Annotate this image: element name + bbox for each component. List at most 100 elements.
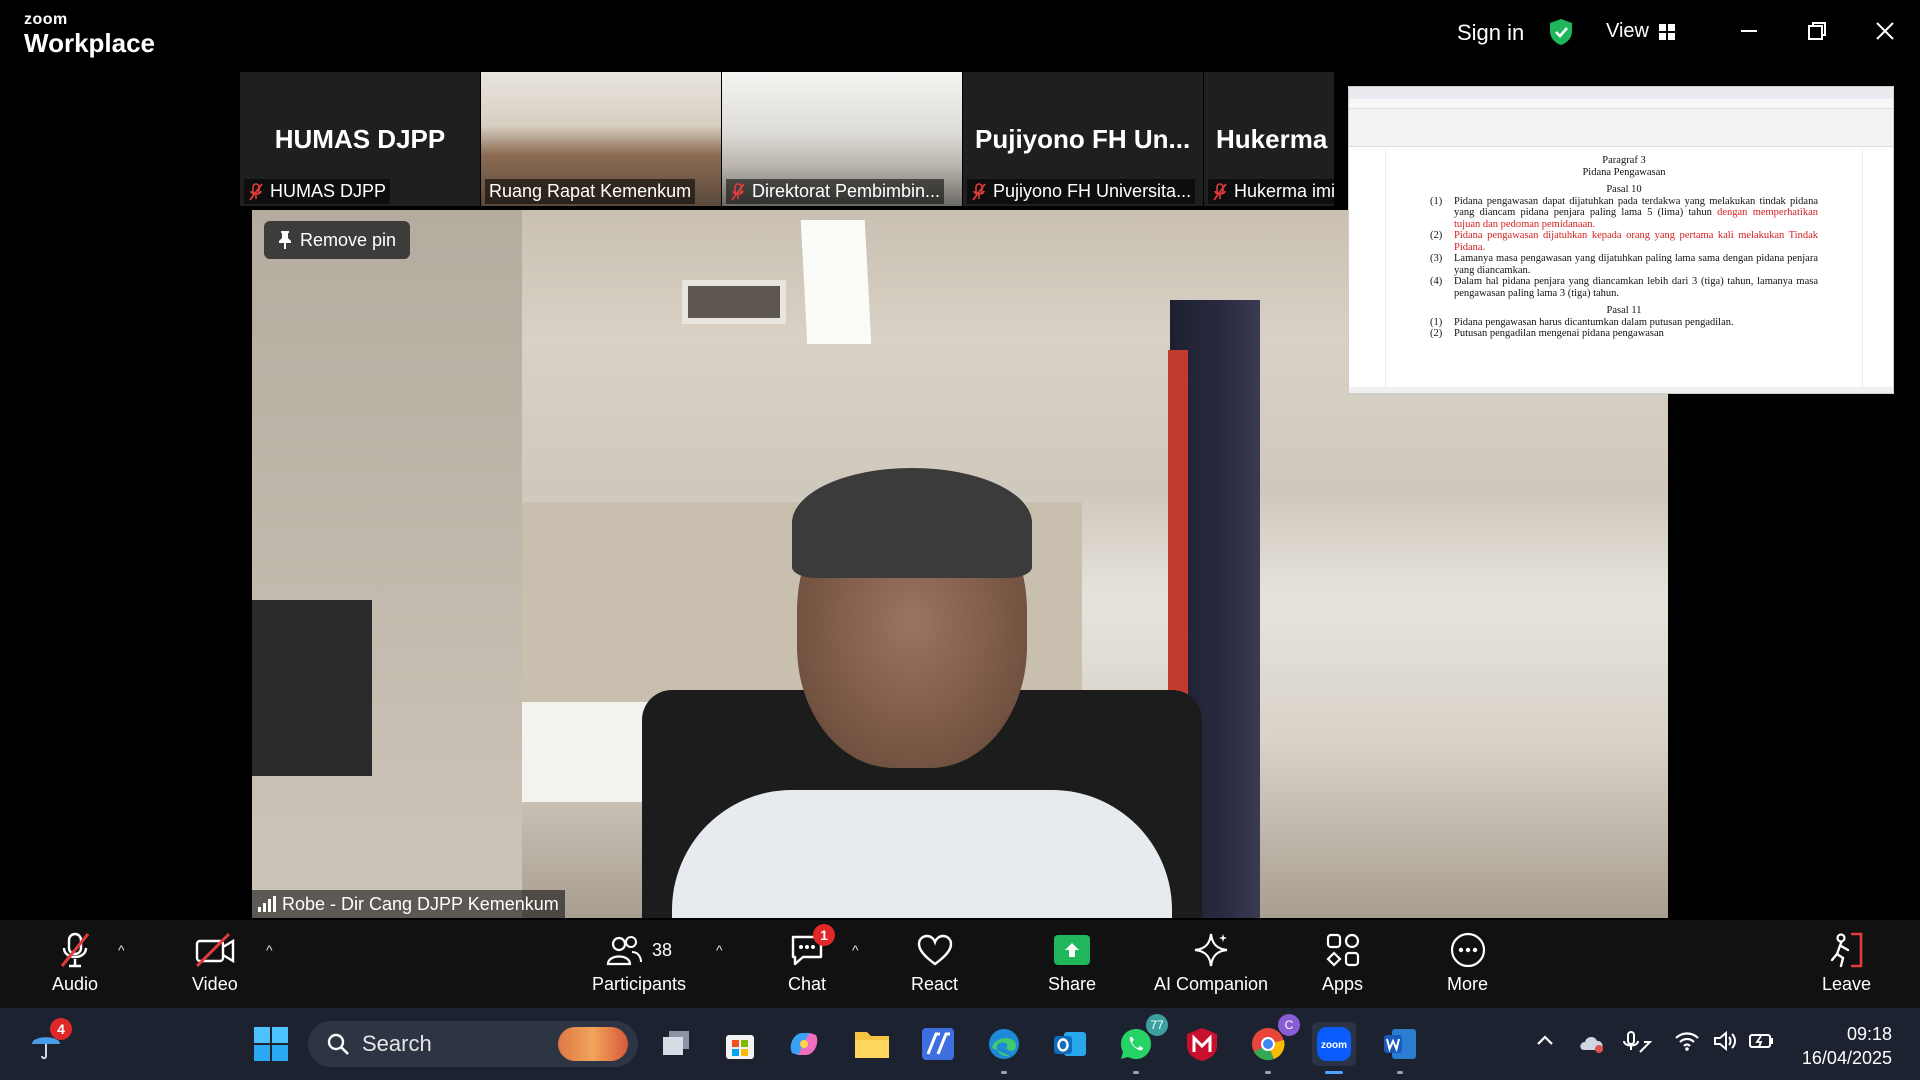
volume-icon[interactable] xyxy=(1712,1030,1738,1052)
svg-text:zoom: zoom xyxy=(1321,1040,1347,1051)
participant-tile[interactable]: Direktorat Pembimbin... xyxy=(722,72,962,206)
mic-in-use-icon[interactable] xyxy=(1622,1030,1652,1056)
whatsapp-app[interactable]: 77 xyxy=(1114,1014,1168,1074)
connection-signal-icon xyxy=(258,896,276,912)
chat-button[interactable]: 1 Chat xyxy=(788,924,836,995)
show-hidden-icons-chevron-icon[interactable] xyxy=(1534,1030,1556,1052)
zoom-logo: zoom Workplace xyxy=(24,11,156,58)
start-button[interactable] xyxy=(249,1022,293,1066)
ai-companion-button[interactable]: AI Companion xyxy=(1154,930,1268,995)
view-button[interactable]: View xyxy=(1606,20,1675,43)
participants-count: 38 xyxy=(652,939,673,960)
participants-options-caret[interactable]: ^ xyxy=(716,942,723,958)
remove-pin-button[interactable]: Remove pin xyxy=(264,221,411,259)
logo-small-text: zoom xyxy=(24,11,68,28)
share-button[interactable]: Share xyxy=(1048,930,1096,995)
sign-in-button[interactable]: Sign in xyxy=(1457,20,1524,46)
code-editor-icon xyxy=(922,1028,954,1060)
participant-tile[interactable]: Pujiyono FH Un... Pujiyono FH Universita… xyxy=(963,72,1203,206)
folder-icon xyxy=(855,1032,889,1058)
battery-charging-icon[interactable] xyxy=(1748,1030,1776,1052)
doc-item: (4) Dalam hal pidana penjara yang diancam… xyxy=(1430,276,1818,299)
close-icon[interactable] xyxy=(1870,16,1900,46)
word-icon xyxy=(1384,1029,1416,1059)
participant-big-name: Pujiyono FH Un... xyxy=(975,124,1191,154)
clock-date: 16/04/2025 xyxy=(1801,1048,1892,1068)
outlook-app[interactable] xyxy=(1048,1022,1092,1066)
speaker-hair xyxy=(792,468,1032,578)
mcafee-app[interactable] xyxy=(1180,1022,1224,1066)
audio-options-caret[interactable]: ^ xyxy=(118,942,125,958)
task-view-icon xyxy=(663,1031,689,1055)
audio-button[interactable]: Audio xyxy=(52,930,98,995)
participant-tile[interactable]: HUMAS DJPP HUMAS DJPP xyxy=(240,72,480,206)
react-button[interactable]: React xyxy=(911,930,958,995)
remove-pin-label: Remove pin xyxy=(300,229,397,250)
doc-heading-2: Pidana Pengawasan xyxy=(1582,166,1666,178)
more-label: More xyxy=(1447,974,1489,994)
doc-item: (2) Putusan pengadilan mengenai pidana pe… xyxy=(1430,328,1664,339)
mic-muted-icon xyxy=(731,182,745,201)
windows-logo-icon xyxy=(254,1027,288,1061)
logo-big-text: Workplace xyxy=(24,28,156,58)
word-app[interactable] xyxy=(1378,1022,1422,1074)
participant-tile[interactable]: Hukerma i Hukerma imi xyxy=(1204,72,1334,206)
encryption-shield-icon[interactable] xyxy=(1548,18,1574,46)
wifi-icon[interactable] xyxy=(1674,1030,1700,1052)
doc-item: (3) Lamanya masa pengawasan yang dijatuhk… xyxy=(1430,253,1818,276)
more-dots-icon xyxy=(1450,932,1485,968)
ceiling-light xyxy=(800,220,872,344)
chrome-app[interactable]: C xyxy=(1246,1014,1300,1074)
apps-label: Apps xyxy=(1322,974,1364,994)
pin-icon xyxy=(279,231,291,249)
leave-button[interactable]: Leave xyxy=(1822,930,1871,995)
speaker-name-bar: Robe - Dir Cang DJPP Kemenkum xyxy=(252,890,565,918)
apps-button[interactable]: Apps xyxy=(1322,930,1363,995)
doc-pasal-11: Pasal 11 xyxy=(1606,305,1642,316)
weather-widget[interactable]: 4 xyxy=(24,1018,72,1066)
video-options-caret[interactable]: ^ xyxy=(266,942,273,958)
word-status-bar xyxy=(1349,387,1893,393)
shared-screen[interactable]: Paragraf 3 Pidana Pengawasan Pasal 10 (1… xyxy=(1348,86,1894,394)
participants-button[interactable]: 38 Participants xyxy=(592,930,686,995)
mcafee-shield-icon xyxy=(1187,1028,1217,1061)
copilot-app[interactable] xyxy=(782,1022,826,1066)
participant-name: Hukerma imi xyxy=(1234,181,1334,201)
video-off-icon xyxy=(195,932,235,968)
task-view-button[interactable] xyxy=(654,1022,698,1066)
video-button[interactable]: Video xyxy=(192,930,238,995)
edge-app[interactable] xyxy=(982,1022,1026,1074)
chat-options-caret[interactable]: ^ xyxy=(852,942,859,958)
more-button[interactable]: More xyxy=(1447,930,1488,995)
participant-name: Ruang Rapat Kemenkum xyxy=(489,181,692,201)
participant-label: Ruang Rapat Kemenkum xyxy=(485,179,696,204)
participant-label: Hukerma imi xyxy=(1208,179,1334,204)
wall-pillar xyxy=(252,210,522,918)
view-label: View xyxy=(1606,20,1649,42)
minimize-icon[interactable] xyxy=(1734,16,1764,46)
title-bar: zoom Workplace Sign in View xyxy=(0,0,1920,66)
participant-big-name: Hukerma i xyxy=(1216,124,1334,154)
participant-label: Pujiyono FH Universita... xyxy=(967,179,1196,204)
copilot-icon xyxy=(790,1033,818,1055)
participant-big-name: HUMAS DJPP xyxy=(274,124,446,154)
zoom-app[interactable]: zoom xyxy=(1312,1022,1356,1074)
taskbar-search[interactable]: Search xyxy=(308,1021,638,1067)
edge-browser-icon xyxy=(989,1029,1019,1059)
participant-name: HUMAS DJPP xyxy=(270,181,387,201)
share-screen-icon xyxy=(1054,935,1091,965)
onedrive-icon[interactable] xyxy=(1578,1030,1606,1054)
document-page: Paragraf 3 Pidana Pengawasan Pasal 10 (1… xyxy=(1385,149,1863,389)
vs-code-app[interactable] xyxy=(916,1022,960,1066)
file-explorer-app[interactable] xyxy=(850,1022,894,1066)
search-icon xyxy=(327,1033,349,1055)
leave-door-icon xyxy=(1830,932,1862,968)
system-clock[interactable]: 09:18 16/04/2025 xyxy=(1802,1022,1892,1070)
video-label: Video xyxy=(192,974,238,994)
restore-icon[interactable] xyxy=(1802,16,1832,46)
windows-taskbar: 4 Search 77 C zoom 09:18 16/04/2025 xyxy=(0,1008,1920,1080)
doc-item: (2) Pidana pengawasan dijatuhkan kepada o… xyxy=(1430,230,1818,253)
chrome-profile-badge: C xyxy=(1278,1014,1300,1036)
store-app[interactable] xyxy=(718,1022,762,1066)
participant-tile[interactable]: Ruang Rapat Kemenkum xyxy=(481,72,721,206)
